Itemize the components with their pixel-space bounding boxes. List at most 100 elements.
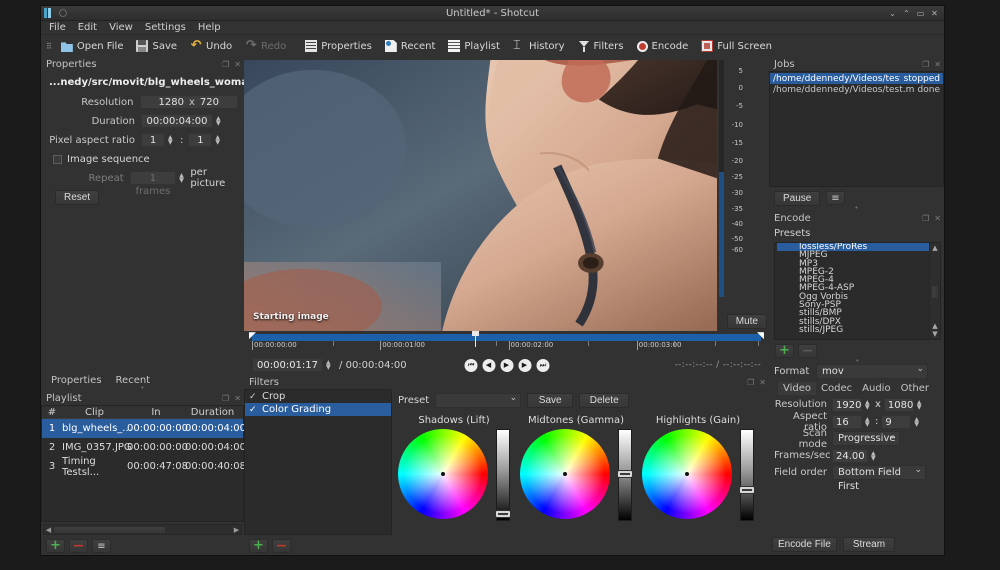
menu-help[interactable]: Help	[198, 22, 221, 33]
open-file-button[interactable]: Open File	[56, 39, 129, 53]
par-numerator-spinner[interactable]: ▲ ▼	[168, 135, 175, 146]
current-position-input[interactable]: 00:00:01:17	[252, 358, 324, 372]
encode-resolution-width-input[interactable]: 1920	[832, 397, 862, 412]
scrub-range[interactable]	[252, 334, 761, 341]
slider-thumb[interactable]	[617, 470, 633, 478]
play-button[interactable]: ▶	[500, 358, 513, 372]
close-icon[interactable]: ✕	[934, 60, 941, 69]
skip-to-start-button[interactable]: ⏮	[464, 358, 477, 372]
add-filter-button[interactable]: +	[249, 539, 268, 553]
position-spinner[interactable]: ▲ ▼	[326, 360, 333, 371]
playlist-menu-button[interactable]: ≡	[92, 539, 111, 553]
save-preset-button[interactable]: Save	[527, 393, 574, 408]
tab-properties[interactable]: Properties	[45, 374, 108, 387]
close-icon[interactable]: ✕	[934, 214, 941, 223]
close-icon[interactable]: ✕	[759, 378, 766, 387]
mute-button[interactable]: Mute	[726, 314, 767, 329]
menu-edit[interactable]: Edit	[78, 22, 97, 33]
pause-jobs-button[interactable]: Pause	[774, 190, 820, 206]
list-item[interactable]: stills/JPEG	[777, 325, 929, 334]
reset-button[interactable]: Reset	[55, 189, 100, 205]
duration-input[interactable]: 00:00:04:00	[141, 114, 213, 128]
midtones-level-slider[interactable]	[617, 429, 633, 521]
add-to-playlist-button[interactable]: +	[46, 539, 65, 553]
list-item[interactable]: ✓ Crop	[245, 390, 391, 403]
filter-preset-select[interactable]	[435, 391, 522, 408]
menu-settings[interactable]: Settings	[145, 22, 186, 33]
image-sequence-row[interactable]: Image sequence	[47, 152, 238, 166]
resolution-width-spinner[interactable]: ▲ ▼	[865, 399, 872, 410]
wheel-handle[interactable]	[685, 472, 689, 476]
table-row[interactable]: 3 Timing Testsl... 00:00:47:08 00:00:40:…	[42, 456, 246, 478]
delete-preset-button[interactable]: Delete	[579, 393, 630, 408]
presets-vertical-scrollbar[interactable]: ▲ ▲ ▼	[929, 243, 940, 339]
out-point-marker[interactable]: ◥	[757, 332, 764, 341]
step-forward-button[interactable]: ▶	[518, 358, 531, 372]
maximize-icon[interactable]: ⌃	[902, 9, 911, 18]
field-order-select[interactable]: Bottom Field First	[832, 463, 926, 492]
float-icon[interactable]: ❐	[747, 378, 754, 387]
playhead[interactable]	[472, 331, 480, 347]
jobs-list[interactable]: /home/ddennedy/Videos/test.mov stopped /…	[769, 71, 944, 187]
history-button[interactable]: History	[508, 38, 570, 53]
list-item[interactable]: ✓ Color Grading	[245, 403, 391, 416]
list-item[interactable]: /home/ddennedy/Videos/test.mov stopped	[770, 73, 943, 84]
scroll-down-icon[interactable]: ▼	[930, 330, 940, 338]
scroll-right-icon[interactable]: ▶	[232, 526, 241, 534]
float-icon[interactable]: ❐	[222, 394, 229, 403]
resolution-width-input[interactable]: 1280	[159, 96, 184, 109]
add-preset-button[interactable]: +	[775, 344, 794, 358]
scan-mode-select[interactable]: Progressive	[832, 429, 900, 446]
presets-list[interactable]: lossless/ProRes MJPEG MP3 MPEG-2 MPEG-4 …	[774, 242, 941, 340]
minimize-icon[interactable]: ⌄	[888, 9, 897, 18]
resolution-height-input[interactable]: 720	[200, 96, 219, 109]
scrollbar-thumb[interactable]	[931, 285, 939, 299]
encode-button[interactable]: Encode	[632, 40, 694, 53]
menu-file[interactable]: File	[49, 22, 66, 33]
step-backward-button[interactable]: ◀	[482, 358, 495, 372]
scroll-up-icon[interactable]: ▲	[930, 244, 940, 252]
highlights-level-slider[interactable]	[739, 429, 755, 521]
tab-video[interactable]: Video	[778, 382, 817, 395]
slider-thumb[interactable]	[495, 510, 511, 518]
resolution-height-spinner[interactable]: ▲ ▼	[917, 399, 924, 410]
list-item[interactable]: /home/ddennedy/Videos/test.mov done	[770, 84, 943, 95]
remove-from-playlist-button[interactable]: −	[69, 539, 88, 553]
tab-other[interactable]: Other	[896, 382, 934, 395]
aspect-numerator-input[interactable]: 16	[832, 414, 862, 429]
restore-icon[interactable]: ▭	[916, 9, 925, 18]
video-preview[interactable]: Starting image	[244, 60, 717, 331]
jobs-menu-button[interactable]: ≡	[826, 191, 845, 205]
filter-list[interactable]: ✓ Crop ✓ Color Grading	[244, 389, 392, 535]
table-row[interactable]: 1 blg_wheels_... 00:00:00:00 00:00:04:00	[42, 419, 246, 438]
undo-button[interactable]: ↶ Undo	[185, 39, 237, 53]
encode-resolution-height-input[interactable]: 1080	[883, 397, 914, 412]
checkbox-icon[interactable]: ✓	[249, 405, 257, 415]
shadows-color-wheel[interactable]	[398, 429, 488, 519]
frames-per-sec-input[interactable]: 24.00	[832, 448, 868, 463]
skip-to-end-button[interactable]: ⏭	[536, 358, 549, 372]
remove-filter-button[interactable]: −	[272, 539, 291, 553]
tab-codec[interactable]: Codec	[816, 382, 857, 395]
menu-view[interactable]: View	[109, 22, 133, 33]
filters-button[interactable]: Filters	[573, 39, 629, 53]
full-screen-button[interactable]: Full Screen	[696, 39, 777, 53]
midtones-color-wheel[interactable]	[520, 429, 610, 519]
playlist-horizontal-scrollbar[interactable]: ◀ ▶	[43, 524, 242, 535]
toolbar-grip[interactable]: ⠿	[46, 42, 52, 51]
image-sequence-checkbox[interactable]	[53, 154, 62, 164]
fps-spinner[interactable]: ▲ ▼	[871, 450, 878, 461]
playlist-button[interactable]: Playlist	[443, 39, 505, 53]
highlights-color-wheel[interactable]	[642, 429, 732, 519]
close-icon[interactable]: ✕	[930, 9, 939, 18]
playlist-table[interactable]: # Clip In Duration 1 blg_wheels_... 00:0…	[41, 405, 246, 522]
aspect-numerator-spinner[interactable]: ▲ ▼	[865, 416, 872, 427]
scrollbar-thumb[interactable]	[53, 525, 166, 534]
aspect-denominator-spinner[interactable]: ▲ ▼	[914, 416, 921, 427]
wheel-handle[interactable]	[563, 472, 567, 476]
shadows-level-slider[interactable]	[495, 429, 511, 521]
scroll-up-icon-2[interactable]: ▲	[930, 322, 940, 330]
wheel-handle[interactable]	[441, 472, 445, 476]
close-icon[interactable]: ✕	[234, 60, 241, 69]
par-denominator-spinner[interactable]: ▲ ▼	[215, 135, 222, 146]
